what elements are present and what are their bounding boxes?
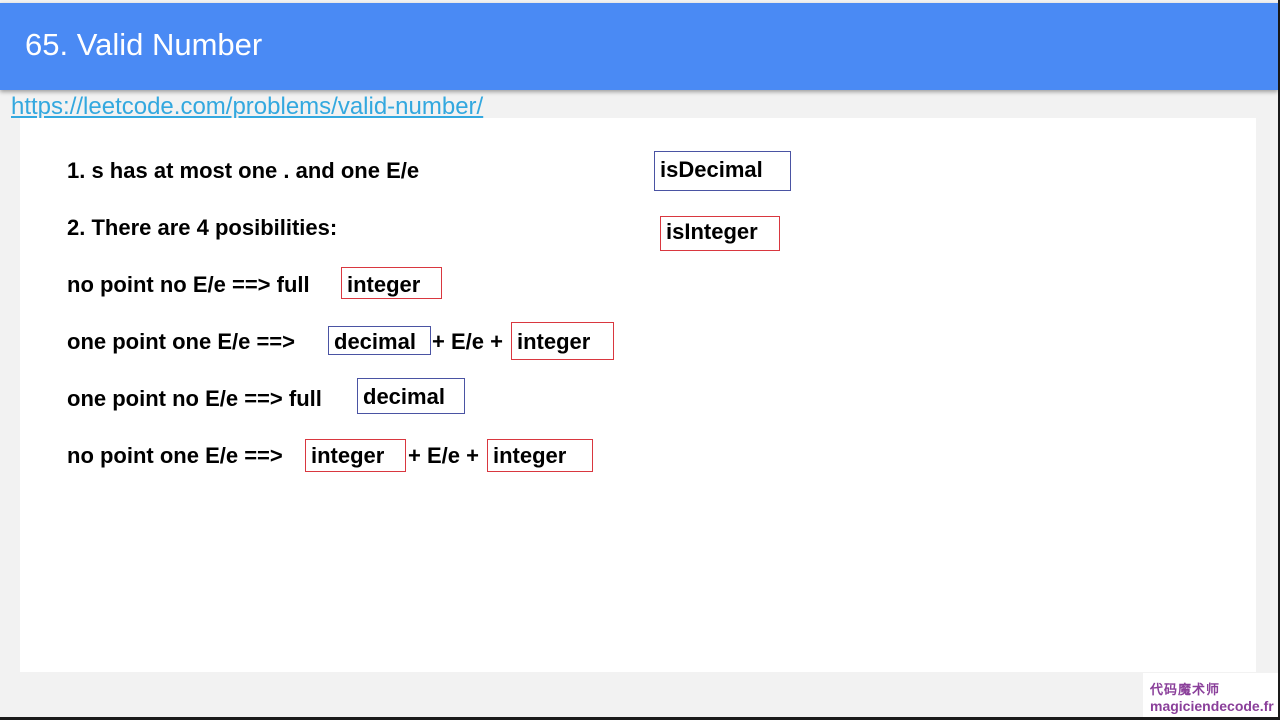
slide: 65. Valid Number https://leetcode.com/pr… [0, 0, 1278, 717]
content-panel: 1. s has at most one . and one E/e 2. Th… [20, 118, 1256, 672]
rule-line-1: 1. s has at most one . and one E/e [67, 158, 420, 183]
integer-box: integer [305, 439, 406, 472]
case-no-point-one-e: no point one E/e ==> [67, 443, 283, 468]
decimal-box: decimal [357, 378, 465, 414]
plus-e-separator: + E/e + [432, 329, 503, 354]
case-one-point-one-e: one point one E/e ==> [67, 329, 295, 354]
is-integer-box: isInteger [660, 216, 780, 251]
integer-box: integer [511, 322, 614, 360]
decimal-box: decimal [328, 326, 431, 355]
rule-line-2: 2. There are 4 posibilities: [67, 215, 338, 240]
integer-box: integer [341, 267, 442, 299]
slide-header: 65. Valid Number [0, 3, 1278, 90]
watermark-site: magiciendecode.fr [1150, 698, 1274, 714]
plus-e-separator: + E/e + [408, 443, 479, 468]
case-one-point-no-e: one point no E/e ==> full [67, 386, 322, 411]
watermark-chinese: 代码魔术师 [1150, 682, 1221, 697]
page-title: 65. Valid Number [25, 27, 263, 62]
watermark: 代码魔术师 magiciendecode.fr [1143, 673, 1278, 717]
case-no-point-no-e: no point no E/e ==> full [67, 272, 310, 297]
integer-box: integer [487, 439, 593, 472]
is-decimal-box: isDecimal [654, 151, 791, 191]
problem-link[interactable]: https://leetcode.com/problems/valid-numb… [11, 93, 483, 121]
